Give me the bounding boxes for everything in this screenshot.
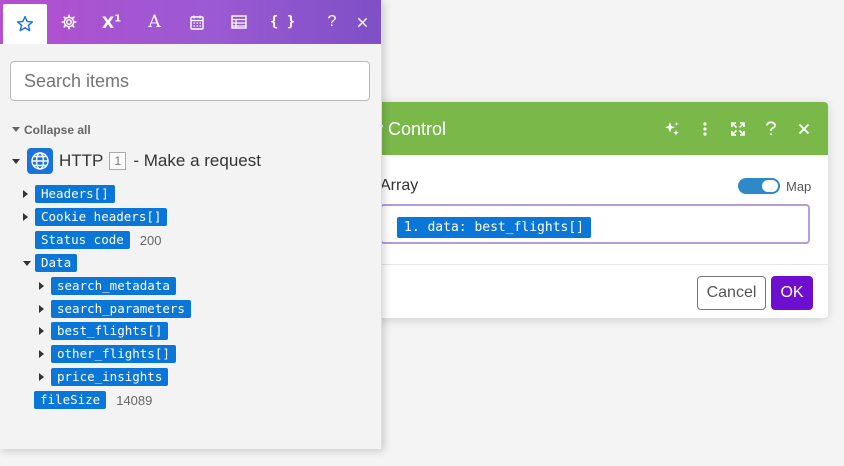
text-icon: A bbox=[148, 12, 161, 32]
module-name: HTTP bbox=[59, 151, 104, 170]
array-value-chip[interactable]: 1. data: best_flights[] bbox=[397, 217, 592, 238]
calendar-icon bbox=[189, 15, 204, 30]
help-icon[interactable] bbox=[763, 121, 779, 137]
file-size-value: 14089 bbox=[116, 392, 153, 408]
caret-right-icon bbox=[23, 190, 28, 198]
tree-item-cookie-headers[interactable]: Cookie headers[] bbox=[23, 208, 168, 226]
caret-down-icon bbox=[23, 260, 31, 266]
curly-braces-icon: { } bbox=[269, 14, 296, 30]
table-icon bbox=[230, 15, 247, 29]
gear-icon bbox=[60, 14, 77, 30]
close-icon bbox=[357, 17, 367, 27]
star-icon bbox=[16, 15, 34, 32]
tab-text[interactable]: A bbox=[133, 0, 176, 44]
status-code-value: 200 bbox=[139, 232, 162, 248]
more-options-icon[interactable] bbox=[697, 121, 713, 137]
panel-close-button[interactable] bbox=[344, 0, 380, 44]
tab-array[interactable] bbox=[217, 0, 260, 44]
tree-item-price-insights[interactable]: price_insights bbox=[39, 368, 169, 386]
caret-down-icon bbox=[12, 158, 20, 164]
ai-sparkle-icon[interactable] bbox=[664, 121, 680, 137]
caret-right-icon bbox=[39, 373, 44, 381]
array-label: Array bbox=[380, 177, 419, 194]
tree-item-data[interactable]: Data bbox=[23, 254, 78, 272]
globe-icon bbox=[27, 148, 53, 174]
tab-settings[interactable] bbox=[47, 0, 90, 44]
map-toggle[interactable] bbox=[738, 178, 780, 194]
mapping-panel: X1 A { } ? Collapse all HTTP 1 - Make a bbox=[0, 0, 382, 449]
cancel-button[interactable]: Cancel bbox=[697, 276, 766, 310]
caret-right-icon bbox=[39, 350, 44, 358]
caret-right-icon bbox=[23, 213, 28, 221]
tree-item-headers[interactable]: Headers[] bbox=[23, 185, 115, 203]
tab-math[interactable]: X1 bbox=[90, 0, 133, 44]
array-input[interactable]: 1. data: best_flights[] bbox=[380, 204, 810, 244]
tab-date[interactable] bbox=[175, 0, 218, 44]
caret-down-icon bbox=[12, 127, 20, 132]
tree-item-best-flights[interactable]: best_flights[] bbox=[39, 322, 169, 340]
flow-control-dialog: w Control Array Map 1. data: best_flight… bbox=[330, 102, 828, 318]
collapse-all-link[interactable]: Collapse all bbox=[12, 123, 91, 137]
tree-item-file-size[interactable]: fileSize 14089 bbox=[34, 391, 152, 409]
caret-right-icon bbox=[39, 327, 44, 335]
tab-favorites[interactable] bbox=[3, 4, 47, 44]
search-input[interactable] bbox=[10, 61, 370, 101]
tab-json[interactable]: { } bbox=[261, 0, 304, 44]
ok-button[interactable]: OK bbox=[771, 276, 813, 310]
module-description: - Make a request bbox=[133, 151, 261, 170]
tree-item-status-code[interactable]: Status code 200 bbox=[35, 231, 162, 249]
panel-tab-bar: X1 A { } ? bbox=[0, 0, 381, 44]
superscript-icon: X1 bbox=[101, 12, 122, 32]
close-icon[interactable] bbox=[796, 121, 812, 137]
tree-item-search-metadata[interactable]: search_metadata bbox=[39, 277, 176, 295]
module-number-badge: 1 bbox=[109, 152, 127, 170]
help-icon: ? bbox=[327, 13, 337, 30]
tree-item-other-flights[interactable]: other_flights[] bbox=[39, 345, 176, 363]
tree-item-search-parameters[interactable]: search_parameters bbox=[39, 300, 191, 318]
caret-right-icon bbox=[39, 282, 44, 290]
module-http[interactable]: HTTP 1 - Make a request bbox=[12, 148, 261, 174]
map-label: Map bbox=[786, 179, 812, 194]
expand-icon[interactable] bbox=[730, 121, 746, 137]
dialog-header: w Control bbox=[330, 102, 828, 155]
caret-right-icon bbox=[39, 305, 44, 313]
